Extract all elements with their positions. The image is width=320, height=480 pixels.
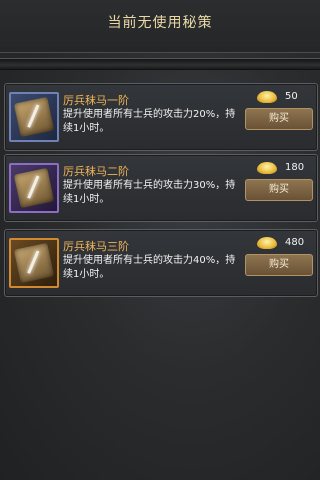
- price-value: 180: [285, 162, 305, 173]
- item-thumbnail: [9, 92, 59, 142]
- item-thumbnail: [9, 163, 59, 213]
- scroll-icon: [13, 96, 55, 138]
- header-bar: 当前无使用秘策: [0, 0, 320, 53]
- price-value: 480: [285, 237, 305, 248]
- item-name: 厉兵秣马一阶: [63, 94, 129, 107]
- item-card-2: 厉兵秣马二阶 提升使用者所有士兵的攻击力30%，持续1小时。 180 购买: [4, 154, 318, 222]
- item-description: 提升使用者所有士兵的攻击力40%，持续1小时。: [63, 255, 236, 280]
- price-value: 50: [285, 91, 298, 102]
- item-name: 厉兵秣马三阶: [63, 240, 129, 253]
- gold-ingot-icon: [257, 91, 277, 103]
- item-description: 提升使用者所有士兵的攻击力30%，持续1小时。: [63, 180, 236, 205]
- divider: [0, 58, 320, 70]
- buy-button[interactable]: 购买: [245, 254, 313, 276]
- buy-button[interactable]: 购买: [245, 179, 313, 201]
- page-title: 当前无使用秘策: [107, 15, 213, 31]
- scroll-icon: [13, 167, 55, 209]
- item-card-1: 厉兵秣马一阶 提升使用者所有士兵的攻击力20%，持续1小时。 50 购买: [4, 83, 318, 151]
- item-description: 提升使用者所有士兵的攻击力20%，持续1小时。: [63, 109, 236, 134]
- item-thumbnail: [9, 238, 59, 288]
- gold-ingot-icon: [257, 162, 277, 174]
- scroll-icon: [13, 242, 55, 284]
- item-card-3: 厉兵秣马三阶 提升使用者所有士兵的攻击力40%，持续1小时。 480 购买: [4, 229, 318, 297]
- item-name: 厉兵秣马二阶: [63, 165, 129, 178]
- buy-button[interactable]: 购买: [245, 108, 313, 130]
- gold-ingot-icon: [257, 237, 277, 249]
